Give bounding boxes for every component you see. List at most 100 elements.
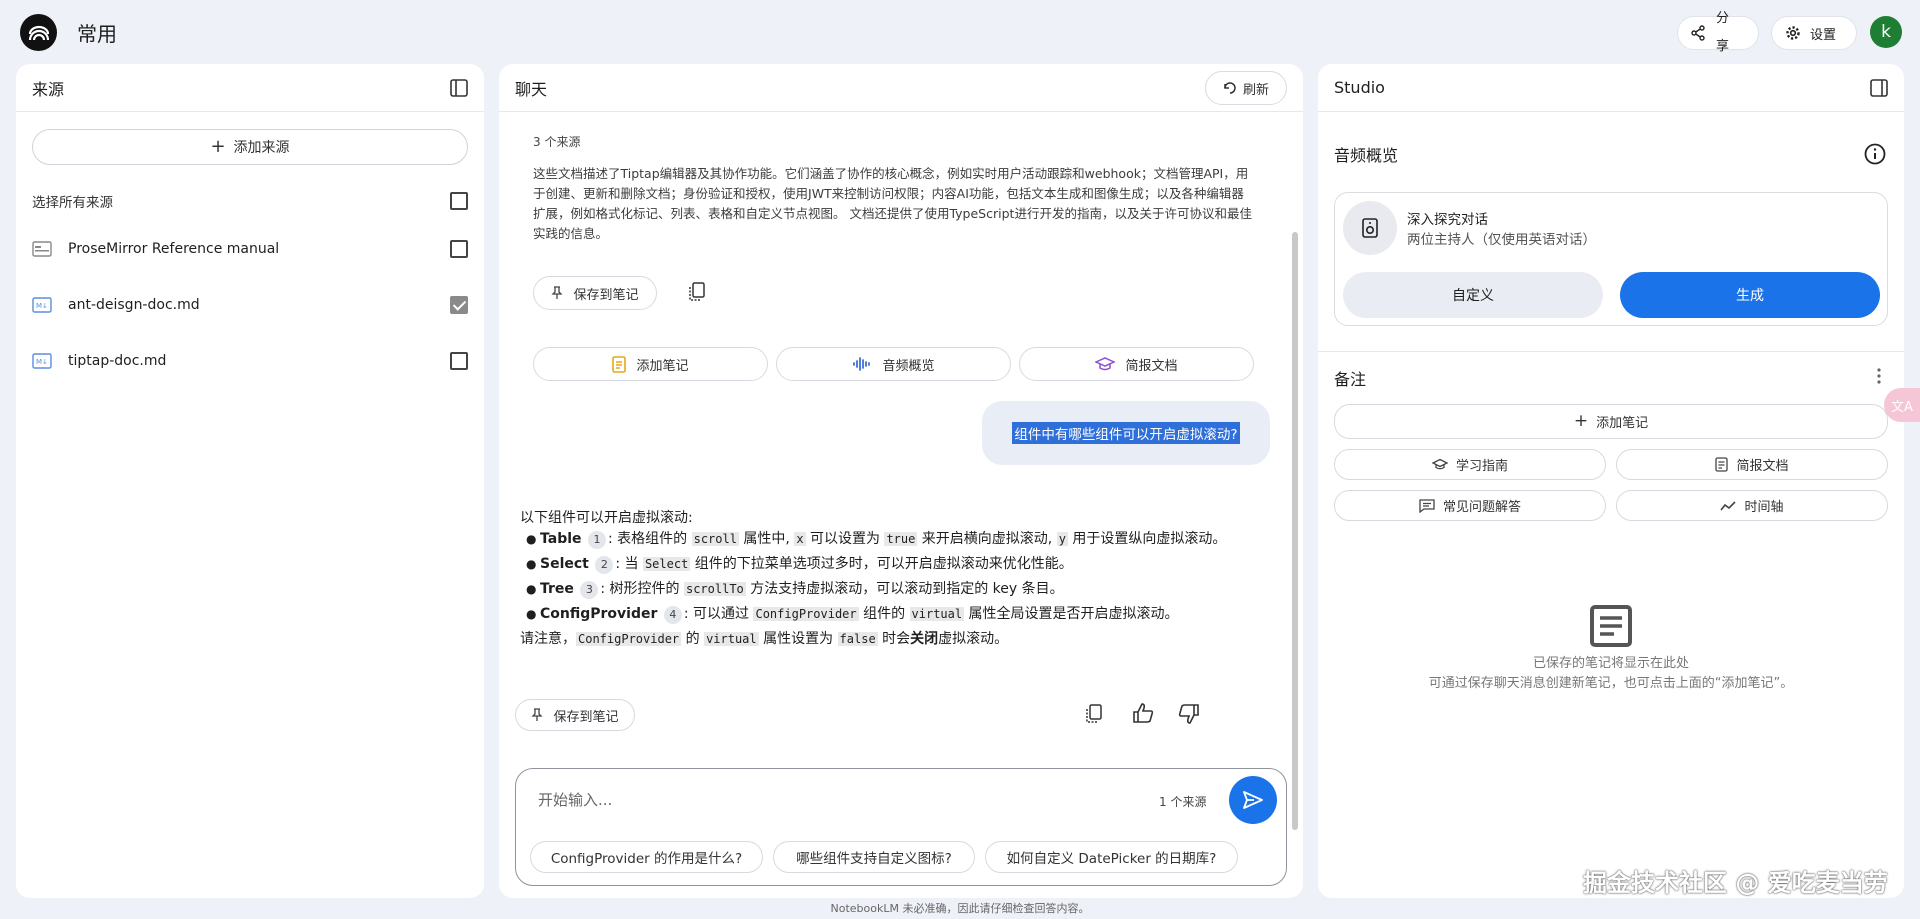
sources-header: 来源 <box>16 64 484 112</box>
audio-wave-icon <box>852 356 872 372</box>
source-name: ant-deisgn-doc.md <box>68 297 200 313</box>
source-item-prosemirror[interactable]: ProseMirror Reference manual <box>32 237 468 261</box>
composer-source-count: 1 个来源 <box>1159 795 1207 809</box>
empty-state-line: 可通过保存聊天消息创建新笔记，也可点击上面的“添加笔记”。 <box>1428 676 1794 691</box>
select-all-label: 选择所有来源 <box>32 195 113 211</box>
audio-overview-quick-button[interactable]: 音频概览 <box>776 347 1011 381</box>
briefing-doc-quick-button[interactable]: 简报文档 <box>1019 347 1254 381</box>
more-vert-icon[interactable] <box>1876 367 1882 385</box>
answer-note: 请注意， ConfigProvider 的 virtual 属性设置为 false… <box>520 631 1009 647</box>
school-icon <box>1095 356 1116 372</box>
studio-header: Studio <box>1318 64 1904 112</box>
citation-badge[interactable]: 2 <box>595 555 614 574</box>
save-to-note-button[interactable]: 保存到笔记 <box>533 276 657 310</box>
collapse-panel-icon[interactable] <box>450 79 468 97</box>
chat-title: 聊天 <box>515 79 548 99</box>
suggested-question[interactable]: 如何自定义 DatePicker 的日期库? <box>985 841 1238 873</box>
note-action-label: 简报文档 <box>1736 459 1789 474</box>
share-label: 分享 <box>1716 11 1730 54</box>
notebook-title[interactable]: 常用 <box>77 18 117 47</box>
timeline-icon <box>1720 500 1737 512</box>
send-button[interactable] <box>1229 776 1277 824</box>
user-avatar[interactable]: k <box>1870 16 1902 48</box>
svg-text:M↓: M↓ <box>36 302 48 310</box>
chat-header: 聊天 <box>499 64 1303 112</box>
thumbs-up-icon[interactable] <box>1132 703 1154 723</box>
note-action-label: 常见问题解答 <box>1442 500 1521 515</box>
select-all-row: 选择所有来源 <box>32 189 468 213</box>
assistant-answer: 以下组件可以开启虚拟滚动: ● Table 1: 表格组件的 scroll 属性… <box>520 508 1240 650</box>
quick-action-label: 音频概览 <box>882 358 935 374</box>
footer-disclaimer: NotebookLM 未必准确，因此请仔细检查回答内容。 <box>830 902 1090 915</box>
customize-button[interactable]: 自定义 <box>1343 272 1603 318</box>
refresh-button[interactable]: 刷新 <box>1205 71 1287 105</box>
generate-button[interactable]: 生成 <box>1620 272 1880 318</box>
summary-source-count: 3 个来源 <box>533 135 581 149</box>
save-to-note-button[interactable]: 保存到笔记 <box>515 699 635 731</box>
source-checkbox[interactable] <box>450 352 468 370</box>
translate-side-tab[interactable]: 文A <box>1884 388 1920 422</box>
source-name: ProseMirror Reference manual <box>68 241 280 257</box>
timeline-button[interactable]: 时间轴 <box>1616 490 1888 521</box>
note-action-label: 学习指南 <box>1455 459 1508 474</box>
sources-panel: 来源 + 添加来源 选择所有来源 ProseMirror Reference m… <box>16 64 484 898</box>
refresh-label: 刷新 <box>1242 82 1269 98</box>
speaker-icon <box>1343 201 1397 255</box>
suggested-question[interactable]: 哪些组件支持自定义图标? <box>773 841 975 873</box>
add-note-button[interactable]: + 添加笔记 <box>1334 404 1888 439</box>
share-button[interactable]: 分享 <box>1677 11 1759 54</box>
source-item-ant-design[interactable]: M↓ ant-deisgn-doc.md <box>32 293 468 317</box>
add-source-button[interactable]: + 添加来源 <box>32 129 468 165</box>
save-to-note-label: 保存到笔记 <box>573 287 639 303</box>
user-message-text: 组件中有哪些组件可以开启虚拟滚动? <box>1012 422 1240 444</box>
quick-action-label: 添加笔记 <box>636 358 689 374</box>
source-checkbox-checked[interactable] <box>450 296 468 314</box>
quick-action-label: 简报文档 <box>1125 358 1178 374</box>
collapse-panel-icon[interactable] <box>1870 79 1888 97</box>
copy-icon[interactable] <box>688 282 706 302</box>
thumbs-down-icon[interactable] <box>1178 704 1200 724</box>
save-to-note-label: 保存到笔记 <box>553 709 619 725</box>
chat-input[interactable] <box>538 791 1098 809</box>
notebook-summary: 这些文档描述了Tiptap编辑器及其协作功能。它们涵盖了协作的核心概念，例如实时… <box>533 166 1252 241</box>
faq-button[interactable]: 常见问题解答 <box>1334 490 1606 521</box>
divider <box>1318 351 1904 352</box>
share-icon <box>1690 25 1706 41</box>
citation-badge[interactable]: 3 <box>580 580 599 599</box>
markdown-file-icon: M↓ <box>32 297 54 313</box>
notes-title: 备注 <box>1334 370 1367 389</box>
empty-state-line: 已保存的笔记将显示在此处 <box>1532 656 1689 671</box>
document-icon <box>1715 457 1729 472</box>
answer-list-item: ● ConfigProvider 4: 可以通过 ConfigProvider … <box>526 605 1179 624</box>
answer-list-item: ● Tree 3: 树形控件的 scrollTo 方法支持虚拟滚动，可以滚动到指… <box>526 580 1064 599</box>
settings-button[interactable]: 设置 <box>1771 16 1857 50</box>
answer-list-item: ● Select 2: 当 Select 组件的下拉菜单选项过多时，可以开启虚拟… <box>526 555 1073 574</box>
notebooklm-logo-icon[interactable] <box>20 14 57 51</box>
source-checkbox[interactable] <box>450 240 468 258</box>
copy-icon[interactable] <box>1085 704 1103 724</box>
sources-title: 来源 <box>32 79 65 99</box>
audio-card-subtitle: 两位主持人（仅使用英语对话） <box>1407 232 1596 248</box>
studio-title: Studio <box>1334 78 1385 97</box>
pin-icon <box>531 708 544 722</box>
briefing-doc-button[interactable]: 简报文档 <box>1616 449 1888 480</box>
note-icon <box>612 355 627 373</box>
citation-badge[interactable]: 4 <box>663 605 682 624</box>
select-all-checkbox[interactable] <box>450 192 468 210</box>
study-guide-button[interactable]: 学习指南 <box>1334 449 1606 480</box>
answer-intro: 以下组件可以开启虚拟滚动: <box>520 510 693 526</box>
audio-overview-title: 音频概览 <box>1334 146 1399 165</box>
source-item-tiptap[interactable]: M↓ tiptap-doc.md <box>32 349 468 373</box>
audio-card-title: 深入探究对话 <box>1407 212 1488 228</box>
chat-scrollbar[interactable] <box>1292 232 1298 830</box>
user-message-bubble: 组件中有哪些组件可以开启虚拟滚动? <box>982 401 1270 465</box>
citation-badge[interactable]: 1 <box>587 530 606 549</box>
plus-icon: + <box>210 136 226 157</box>
school-icon <box>1431 458 1448 471</box>
add-note-quick-button[interactable]: 添加笔记 <box>533 347 768 381</box>
suggested-question[interactable]: ConfigProvider 的作用是什么? <box>530 841 763 873</box>
svg-text:M↓: M↓ <box>36 358 48 366</box>
info-icon[interactable] <box>1864 143 1886 165</box>
studio-panel: Studio 音频概览 深入探究对话 两位主持人（仅使用英语对话） 自定义 生成… <box>1318 64 1904 898</box>
note-action-label: 时间轴 <box>1744 500 1784 515</box>
